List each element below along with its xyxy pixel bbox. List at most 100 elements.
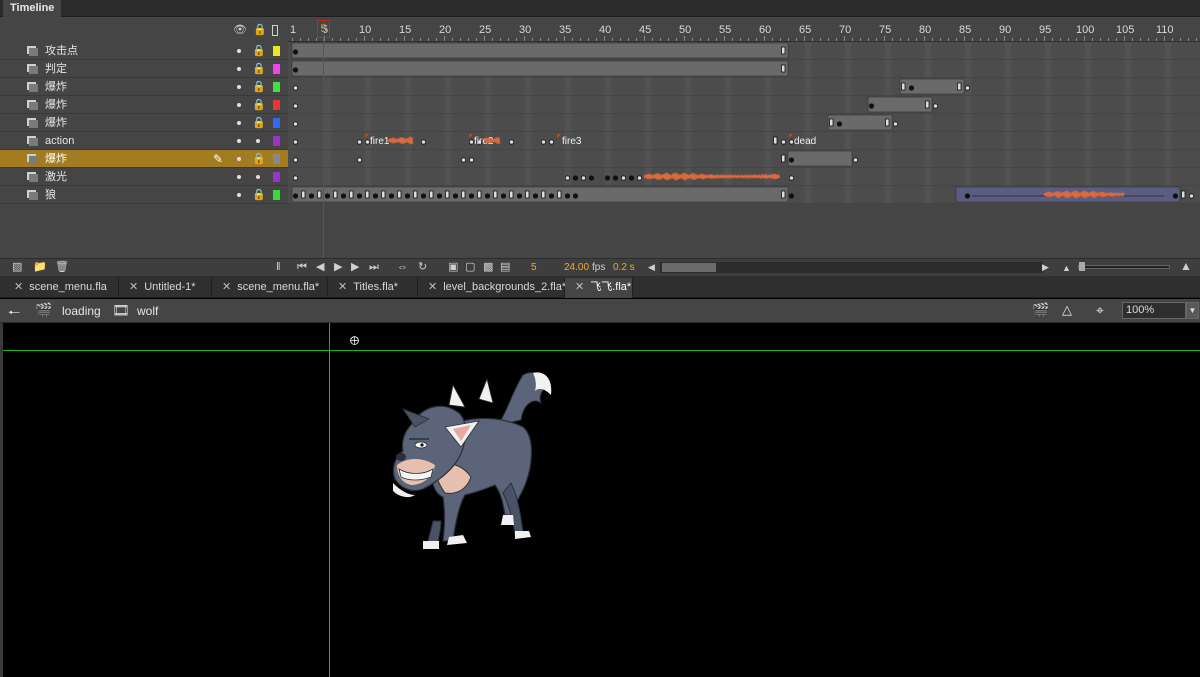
close-icon[interactable]: ✕ (575, 281, 584, 293)
zoom-out-icon[interactable]: ▲ (1062, 262, 1071, 275)
lock-toggle[interactable] (256, 139, 260, 143)
layer-row[interactable]: 爆炸 ✎ 🔒 (0, 150, 288, 168)
frame-rate-readout[interactable]: 24.00 (564, 262, 589, 273)
layer-color-swatch[interactable] (273, 190, 280, 200)
layer-row[interactable]: 爆炸 🔒 (0, 78, 288, 96)
lock-icon[interactable]: 🔒 (252, 188, 266, 201)
edit-symbols-icon[interactable]: △ (1062, 302, 1072, 318)
layer-name[interactable]: 攻击点 (45, 45, 78, 57)
symbol-breadcrumb[interactable]: wolf (137, 304, 158, 318)
zoom-in-icon[interactable]: ▲ (1180, 260, 1192, 273)
lock-icon[interactable]: 🔒 (252, 116, 266, 129)
document-tab[interactable]: ✕ scene_menu.fla* (212, 278, 328, 298)
layer-name[interactable]: 爆炸 (45, 117, 67, 129)
lock-icon[interactable]: 🔒 (252, 44, 266, 57)
document-tab[interactable]: ✕ Titles.fla* (328, 278, 418, 298)
center-frame-icon[interactable]: ⇔ (397, 261, 408, 274)
layer-name[interactable]: 爆炸 (45, 81, 67, 93)
lock-icon[interactable]: 🔒 (252, 80, 266, 93)
layer-row[interactable]: 爆炸 🔒 (0, 96, 288, 114)
onion-skin-icon[interactable]: ▣ (448, 261, 458, 274)
visibility-toggle[interactable] (237, 175, 241, 179)
document-tab[interactable]: ✕ level_backgrounds_2.fla* (418, 278, 566, 298)
layer-name[interactable]: 狼 (45, 189, 56, 201)
layer-color-swatch[interactable] (273, 154, 280, 164)
layer-color-swatch[interactable] (273, 46, 280, 56)
loop-icon[interactable]: ↻ (418, 261, 427, 274)
layer-name[interactable]: 爆炸 (45, 99, 67, 111)
layer-color-swatch[interactable] (273, 64, 280, 74)
visibility-toggle[interactable] (237, 85, 241, 89)
wolf-sprite[interactable] (383, 365, 563, 555)
stage[interactable]: ⨁ (0, 323, 1200, 677)
document-tab[interactable]: ✕ 飞飞.fla* (565, 278, 633, 298)
play-icon[interactable]: ▶ (334, 261, 342, 274)
visibility-toggle[interactable] (237, 157, 241, 161)
panel-gripper-icon[interactable]: ‖ (276, 261, 281, 274)
visibility-toggle[interactable] (237, 49, 241, 53)
close-icon[interactable]: ✕ (338, 281, 347, 293)
frame-ruler[interactable]: 1 5 10 15 20 25 30 35 40 45 50 55 60 65 70 75 80 85 90 95 10… (288, 20, 1200, 42)
chevron-down-icon[interactable]: ▼ (1186, 302, 1199, 319)
layer-row[interactable]: 激光 (0, 168, 288, 186)
zoom-field[interactable]: 100% (1122, 302, 1186, 319)
document-tab[interactable]: ✕ scene_menu.fla (4, 278, 119, 298)
layer-row[interactable]: 狼 🔒 (0, 186, 288, 204)
delete-layer-icon[interactable]: 🗑 (55, 261, 69, 274)
step-forward-icon[interactable]: ▶ (351, 261, 359, 274)
lock-toggle[interactable] (256, 175, 260, 179)
layer-row[interactable]: 判定 🔒 (0, 60, 288, 78)
eye-icon[interactable]: 👁 (233, 24, 247, 37)
document-tab[interactable]: ✕ Untitled-1* (119, 278, 212, 298)
visibility-toggle[interactable] (237, 139, 241, 143)
modify-onion-markers-icon[interactable]: ▤ (500, 261, 510, 274)
scene-breadcrumb[interactable]: loading (62, 304, 101, 318)
new-layer-icon[interactable]: ▧ (12, 261, 22, 274)
layer-row[interactable]: action (0, 132, 288, 150)
visibility-toggle[interactable] (237, 121, 241, 125)
onion-skin-outlines-icon[interactable]: ▢ (465, 261, 475, 274)
new-folder-icon[interactable]: 📁 (33, 261, 47, 274)
layer-color-swatch[interactable] (273, 118, 280, 128)
step-back-icon[interactable]: ◀ (316, 261, 324, 274)
lock-icon[interactable]: 🔒 (252, 98, 266, 111)
layer-name[interactable]: 爆炸 (45, 153, 67, 165)
playhead[interactable] (323, 20, 324, 258)
visibility-toggle[interactable] (237, 193, 241, 197)
outline-icon[interactable] (272, 25, 278, 36)
frames-area[interactable]: fire1 fire2 fire3 dead (288, 42, 1200, 258)
vertical-guide[interactable] (329, 323, 330, 677)
close-icon[interactable]: ✕ (14, 281, 23, 293)
edit-multiple-frames-icon[interactable]: ▩ (483, 261, 493, 274)
go-to-first-frame-icon[interactable]: ⏮ (297, 261, 307, 274)
layer-row[interactable]: 攻击点 🔒 (0, 42, 288, 60)
timeline-zoom-slider[interactable] (1078, 265, 1170, 269)
layer-name[interactable]: action (45, 135, 74, 147)
timeline-tab[interactable]: Timeline (3, 0, 62, 17)
horizontal-guide[interactable] (3, 350, 1200, 351)
edit-scene-icon[interactable]: 🎬 (1032, 302, 1049, 319)
scroll-right-icon[interactable]: ▶ (1042, 261, 1049, 274)
layer-name[interactable]: 激光 (45, 171, 67, 183)
center-stage-icon[interactable]: ⌖ (1096, 302, 1104, 319)
lock-icon[interactable]: 🔒 (252, 62, 266, 75)
go-to-last-frame-icon[interactable]: ⏭ (369, 261, 379, 274)
layer-color-swatch[interactable] (273, 172, 280, 182)
playhead-frame-badge[interactable]: 5 (317, 20, 330, 38)
timeline-horizontal-scrollbar[interactable] (660, 262, 1043, 273)
layer-color-swatch[interactable] (273, 100, 280, 110)
current-frame-readout[interactable]: 5 (531, 262, 537, 273)
visibility-toggle[interactable] (237, 103, 241, 107)
layer-name[interactable]: 判定 (45, 63, 67, 75)
layer-color-swatch[interactable] (273, 82, 280, 92)
close-icon[interactable]: ✕ (129, 281, 138, 293)
scrollbar-thumb[interactable] (662, 263, 716, 272)
layer-row[interactable]: 爆炸 🔒 (0, 114, 288, 132)
close-icon[interactable]: ✕ (222, 281, 231, 293)
layer-color-swatch[interactable] (273, 136, 280, 146)
zoom-slider-knob[interactable] (1079, 262, 1085, 271)
lock-icon[interactable]: 🔒 (253, 24, 267, 37)
close-icon[interactable]: ✕ (428, 281, 437, 293)
elapsed-time-readout[interactable]: 0.2 s (613, 262, 635, 273)
visibility-toggle[interactable] (237, 67, 241, 71)
